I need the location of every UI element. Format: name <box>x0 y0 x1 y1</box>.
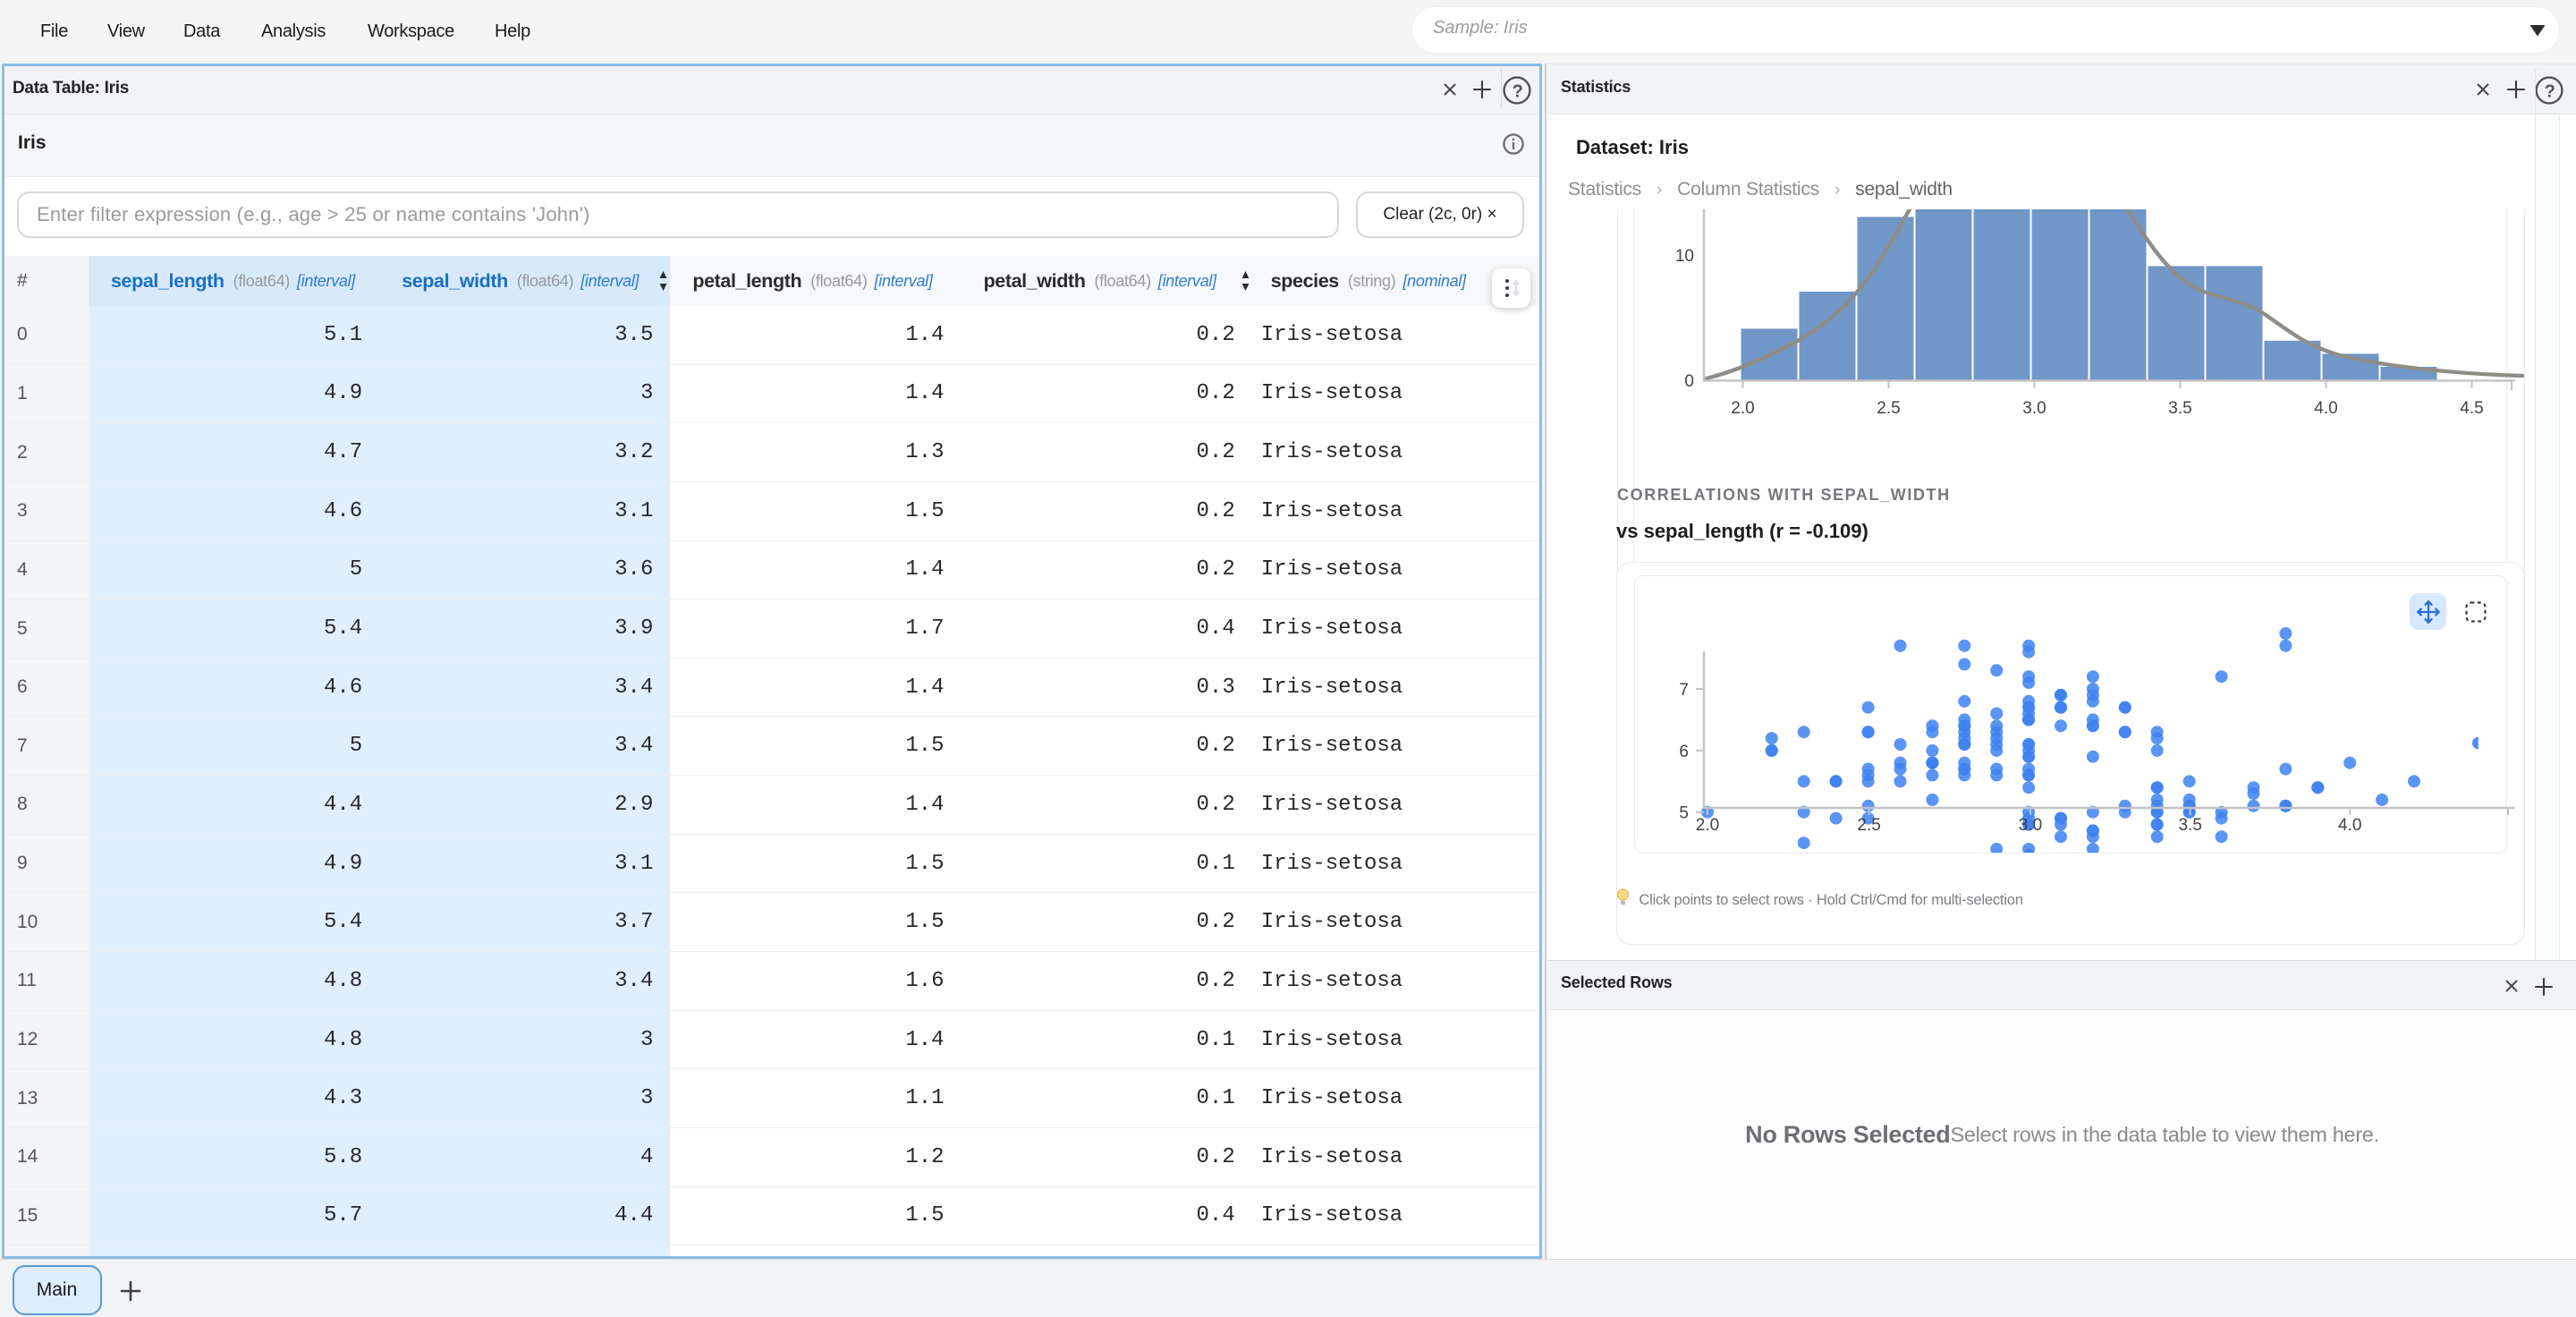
svg-text:4.5: 4.5 <box>2460 399 2483 418</box>
svg-text:6: 6 <box>1679 743 1689 761</box>
svg-text:10: 10 <box>1675 247 1694 266</box>
svg-text:3.5: 3.5 <box>2178 816 2201 835</box>
svg-text:2.5: 2.5 <box>1877 399 1900 418</box>
svg-text:2.5: 2.5 <box>1857 816 1880 835</box>
svg-text:2.0: 2.0 <box>1731 399 1754 418</box>
svg-text:5: 5 <box>1679 804 1689 823</box>
svg-text:0: 0 <box>1684 372 1694 391</box>
svg-text:3.0: 3.0 <box>2022 399 2046 418</box>
svg-text:4.0: 4.0 <box>2338 816 2361 835</box>
svg-text:?: ? <box>1513 81 1523 101</box>
svg-text:4.0: 4.0 <box>2314 399 2337 418</box>
svg-text:3.5: 3.5 <box>2168 399 2191 418</box>
svg-text:3.0: 3.0 <box>2019 816 2042 835</box>
svg-text:7: 7 <box>1679 681 1689 700</box>
svg-text:2.0: 2.0 <box>1696 816 1719 835</box>
svg-text:?: ? <box>2545 81 2555 101</box>
